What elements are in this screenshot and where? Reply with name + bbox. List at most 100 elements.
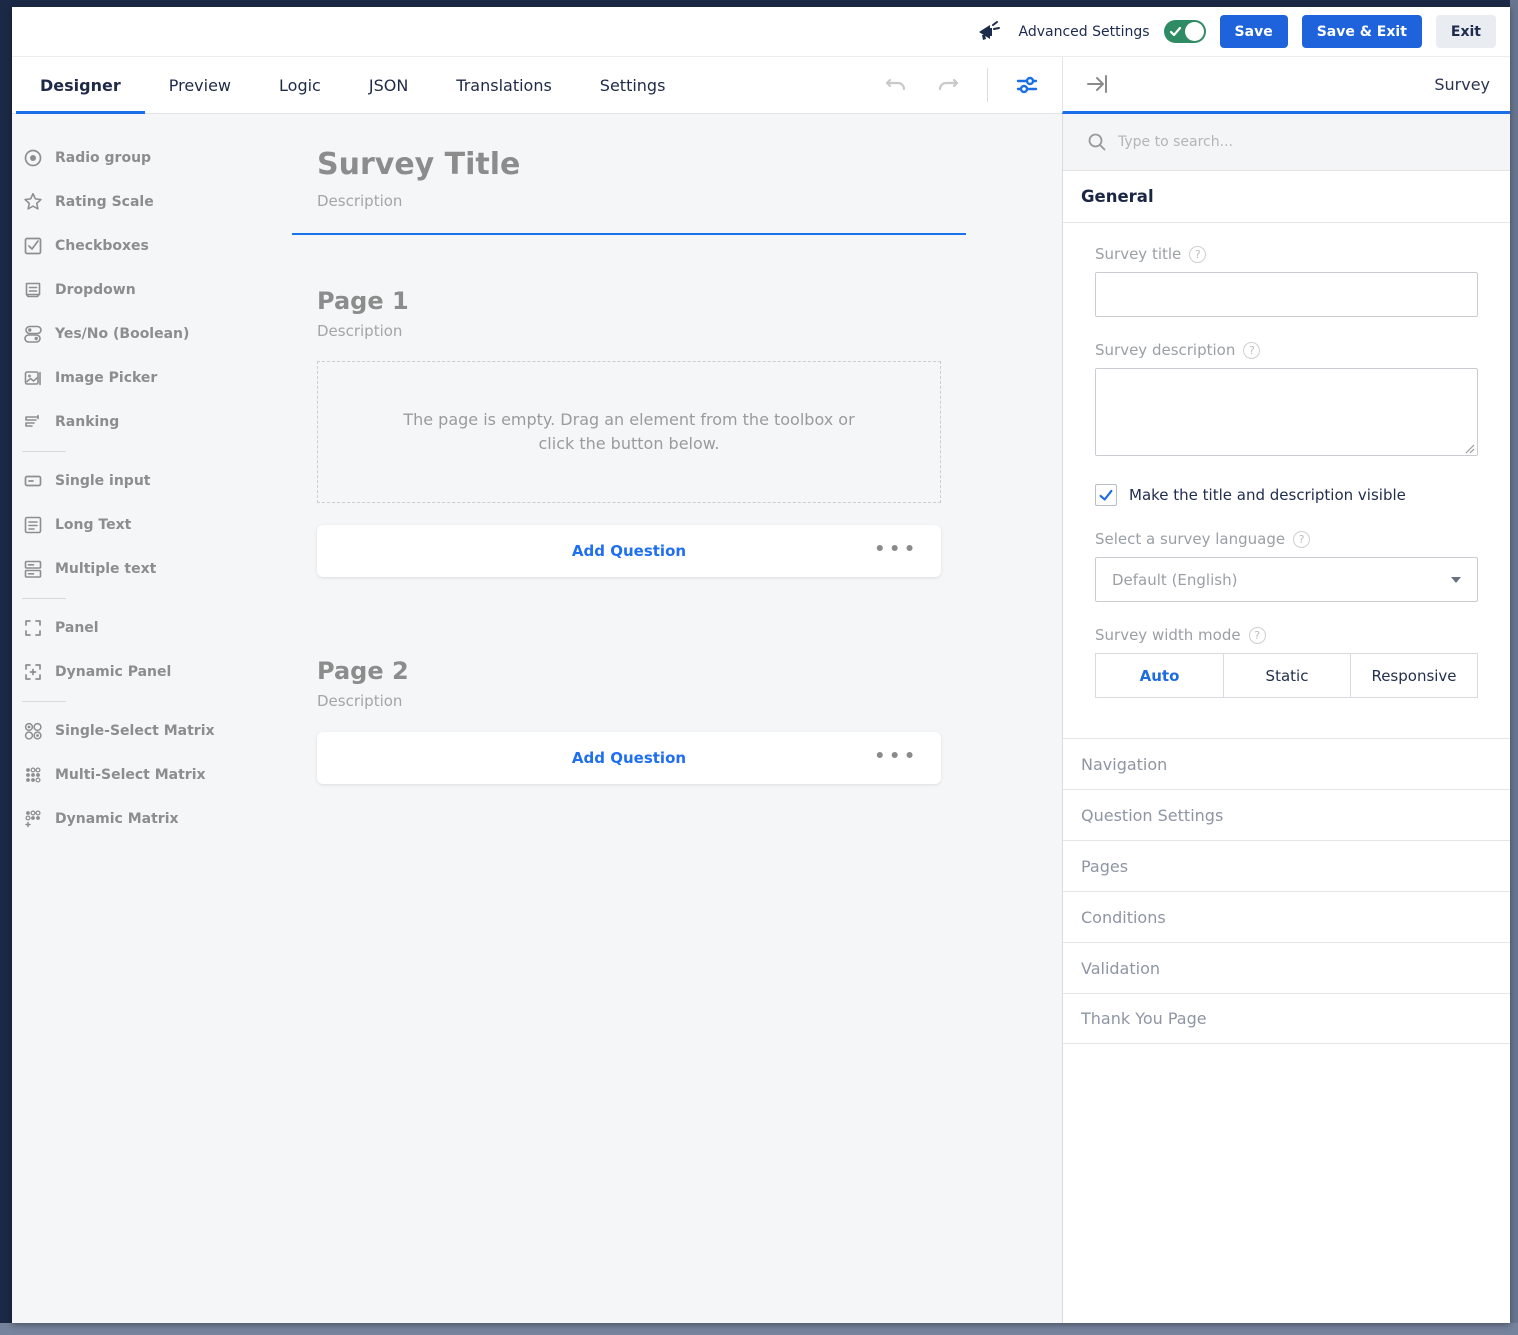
question-type-menu-icon[interactable]: ••• bbox=[874, 746, 919, 766]
ranking-icon bbox=[22, 411, 44, 433]
visibility-checkbox-label: Make the title and description visible bbox=[1129, 486, 1406, 504]
tab-logic[interactable]: Logic bbox=[255, 57, 345, 113]
tab-preview[interactable]: Preview bbox=[145, 57, 255, 113]
survey-title-input[interactable] bbox=[1095, 272, 1478, 317]
toolbox-separator bbox=[22, 701, 66, 702]
toolbox-item-ranking[interactable]: Ranking bbox=[12, 400, 292, 444]
imagepicker-icon bbox=[22, 367, 44, 389]
empty-page-dropzone[interactable]: The page is empty. Drag an element from … bbox=[317, 361, 941, 503]
help-icon[interactable]: ? bbox=[1249, 627, 1266, 644]
add-question-button[interactable]: Add Question bbox=[572, 749, 686, 767]
redo-icon[interactable] bbox=[935, 73, 961, 97]
property-panel: General Survey title ? Survey descriptio… bbox=[1062, 114, 1510, 1323]
checkbox-checked[interactable] bbox=[1095, 484, 1117, 506]
toolbox-item-dynamic-matrix[interactable]: Dynamic Matrix bbox=[12, 797, 292, 841]
panel-icon bbox=[22, 617, 44, 639]
survey-header-divider bbox=[292, 233, 966, 235]
section-general[interactable]: General bbox=[1063, 171, 1510, 223]
section-validation[interactable]: Validation bbox=[1063, 942, 1510, 993]
survey-title[interactable]: Survey Title bbox=[317, 147, 941, 182]
question-type-menu-icon[interactable]: ••• bbox=[874, 539, 919, 559]
page-block-2: Page 2 Description Add Question ••• bbox=[292, 657, 966, 784]
help-icon[interactable]: ? bbox=[1293, 531, 1310, 548]
main-content: Radio group Rating Scale Checkboxes bbox=[12, 114, 1510, 1323]
page-title[interactable]: Page 1 bbox=[317, 287, 941, 315]
help-icon[interactable]: ? bbox=[1189, 246, 1206, 263]
section-question-settings[interactable]: Question Settings bbox=[1063, 789, 1510, 840]
page-description[interactable]: Description bbox=[317, 322, 941, 340]
toolbox-item-radio-group[interactable]: Radio group bbox=[12, 136, 292, 180]
general-section-body: Survey title ? Survey description ? bbox=[1063, 223, 1510, 738]
background-window-bottom-strip bbox=[0, 1323, 1518, 1335]
toolbox-item-dynamic-panel[interactable]: Dynamic Panel bbox=[12, 650, 292, 694]
checkboxes-icon bbox=[22, 235, 44, 257]
search-icon bbox=[1087, 132, 1107, 152]
toolbox-item-multi-select-matrix[interactable]: Multi-Select Matrix bbox=[12, 753, 292, 797]
section-pages[interactable]: Pages bbox=[1063, 840, 1510, 891]
section-navigation[interactable]: Navigation bbox=[1063, 738, 1510, 789]
tab-json[interactable]: JSON bbox=[345, 57, 432, 113]
single-input-icon bbox=[22, 470, 44, 492]
save-button[interactable]: Save bbox=[1220, 15, 1288, 48]
check-icon bbox=[1097, 486, 1115, 504]
page-title[interactable]: Page 2 bbox=[317, 657, 941, 685]
tab-row: Designer Preview Logic JSON Translations… bbox=[12, 57, 1510, 114]
multiple-text-icon bbox=[22, 558, 44, 580]
toolbox-item-single-select-matrix[interactable]: Single-Select Matrix bbox=[12, 709, 292, 753]
background-window-top-strip bbox=[0, 0, 1518, 7]
design-canvas: Survey Title Description Page 1 Descript… bbox=[292, 114, 1062, 1323]
add-question-card: Add Question ••• bbox=[317, 525, 941, 577]
tab-translations[interactable]: Translations bbox=[432, 57, 576, 113]
width-mode-static[interactable]: Static bbox=[1223, 654, 1350, 697]
toolbox-item-rating-scale[interactable]: Rating Scale bbox=[12, 180, 292, 224]
toolbox-item-yes-no-boolean[interactable]: Yes/No (Boolean) bbox=[12, 312, 292, 356]
toolbox-item-long-text[interactable]: Long Text bbox=[12, 503, 292, 547]
advanced-settings-label: Advanced Settings bbox=[1019, 24, 1150, 40]
radiogroup-icon bbox=[22, 147, 44, 169]
single-select-matrix-icon bbox=[22, 720, 44, 742]
toolbox-item-multiple-text[interactable]: Multiple text bbox=[12, 547, 292, 591]
toolbox-item-checkboxes[interactable]: Checkboxes bbox=[12, 224, 292, 268]
survey-description[interactable]: Description bbox=[317, 192, 941, 210]
language-select[interactable]: Default (English) bbox=[1095, 557, 1478, 602]
tab-settings[interactable]: Settings bbox=[576, 57, 690, 113]
background-window-left-strip bbox=[0, 0, 12, 1323]
property-search-input[interactable] bbox=[1118, 134, 1418, 150]
tab-actions bbox=[883, 57, 1062, 113]
title-visibility-checkbox-row[interactable]: Make the title and description visible bbox=[1095, 484, 1478, 506]
dynamic-matrix-icon bbox=[22, 808, 44, 830]
background-window-right-strip bbox=[1510, 0, 1518, 1335]
language-select-value: Default (English) bbox=[1112, 571, 1237, 589]
survey-title-field-label: Survey title bbox=[1095, 245, 1181, 263]
section-conditions[interactable]: Conditions bbox=[1063, 891, 1510, 942]
add-question-button[interactable]: Add Question bbox=[572, 542, 686, 560]
collapse-panel-icon[interactable] bbox=[1085, 73, 1111, 95]
survey-description-textarea[interactable] bbox=[1095, 368, 1478, 456]
tabs-area: Designer Preview Logic JSON Translations… bbox=[12, 57, 1062, 114]
toolbox-separator bbox=[22, 451, 66, 452]
property-search-band bbox=[1063, 114, 1510, 171]
toolbox-item-image-picker[interactable]: Image Picker bbox=[12, 356, 292, 400]
tab-designer[interactable]: Designer bbox=[16, 57, 145, 113]
width-mode-responsive[interactable]: Responsive bbox=[1350, 654, 1477, 697]
toolbox-separator bbox=[22, 598, 66, 599]
advanced-settings-toggle[interactable] bbox=[1164, 20, 1206, 43]
section-thank-you-page[interactable]: Thank You Page bbox=[1063, 993, 1510, 1044]
page-description[interactable]: Description bbox=[317, 692, 941, 710]
help-icon[interactable]: ? bbox=[1243, 342, 1260, 359]
width-mode-auto[interactable]: Auto bbox=[1096, 654, 1223, 697]
toolbox-item-single-input[interactable]: Single input bbox=[12, 459, 292, 503]
width-mode-segmented-control: Auto Static Responsive bbox=[1095, 653, 1478, 698]
undo-icon[interactable] bbox=[883, 73, 909, 97]
toolbox-item-panel[interactable]: Panel bbox=[12, 606, 292, 650]
save-and-exit-button[interactable]: Save & Exit bbox=[1302, 15, 1422, 48]
top-bar: Advanced Settings Save Save & Exit Exit bbox=[12, 7, 1510, 57]
toggle-check-icon bbox=[1168, 24, 1183, 39]
long-text-icon bbox=[22, 514, 44, 536]
dropdown-icon bbox=[22, 279, 44, 301]
resize-grip-icon[interactable] bbox=[1464, 443, 1475, 454]
empty-page-text: The page is empty. Drag an element from … bbox=[389, 408, 869, 456]
view-settings-sliders-icon[interactable] bbox=[1014, 72, 1040, 98]
toolbox-item-dropdown[interactable]: Dropdown bbox=[12, 268, 292, 312]
exit-button[interactable]: Exit bbox=[1436, 15, 1496, 48]
